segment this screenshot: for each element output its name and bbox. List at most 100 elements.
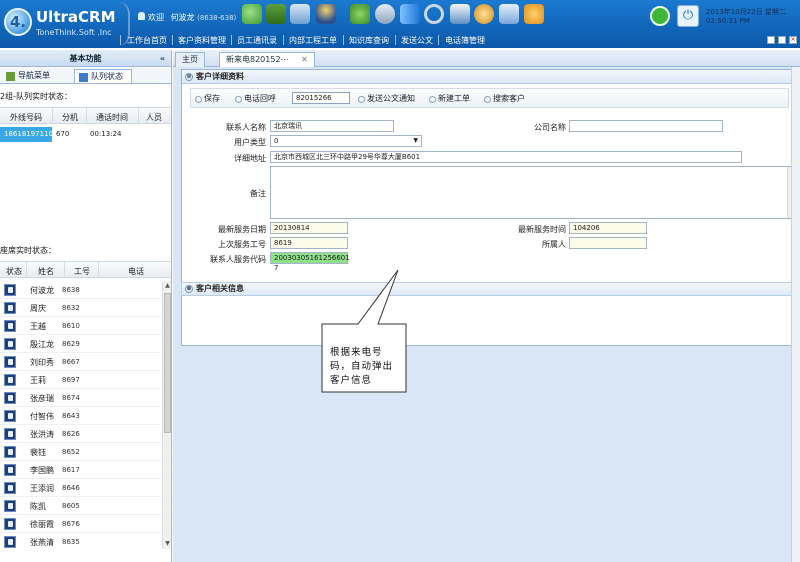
company-field[interactable] xyxy=(569,120,723,132)
refresh-icon[interactable] xyxy=(650,6,670,26)
nav-divider xyxy=(343,35,344,45)
customer-related-title: 客户相关信息 xyxy=(196,284,244,293)
agent-icon[interactable] xyxy=(316,4,336,24)
queue-cell-duration: 00:13:24 xyxy=(90,130,122,138)
callback-number-input[interactable]: 82015266 xyxy=(292,92,350,104)
phone-icon[interactable] xyxy=(375,4,395,24)
callback-button[interactable]: 电话回呼 xyxy=(235,93,276,104)
save-button[interactable]: 保存 xyxy=(195,93,220,104)
collapse-toggle-icon[interactable]: ⊗ xyxy=(185,285,193,293)
last-service-time-field[interactable]: 104206 xyxy=(569,222,647,234)
agent-col-name: 姓名 xyxy=(38,267,54,276)
address-field[interactable]: 北京市西城区北三环中路甲29号华尊大厦B601 xyxy=(270,151,742,163)
close-tab-icon[interactable]: ✕ xyxy=(301,55,308,64)
scroll-up-icon[interactable]: ▲ xyxy=(164,282,171,290)
customer-toolbar: 保存 电话回呼 82015266 发送公文通知 新建工单 搜索客户 xyxy=(190,88,789,108)
nav-item-home[interactable]: 工作台首页 xyxy=(127,35,167,46)
main-scrollbar[interactable] xyxy=(791,67,800,562)
tab-home[interactable]: 主页 xyxy=(175,52,205,67)
agent-status-icon xyxy=(4,428,16,440)
owner-field[interactable] xyxy=(569,237,647,249)
col-divider xyxy=(52,108,53,124)
agent-row[interactable]: 李国鹏 8617 xyxy=(0,461,161,479)
minimize-button[interactable] xyxy=(767,36,775,44)
agent-row[interactable]: 刘印秀 8667 xyxy=(0,353,161,371)
collapse-icon[interactable]: « xyxy=(160,50,165,67)
tab-home-label: 主页 xyxy=(182,55,198,64)
agent-list-scrollbar[interactable]: ▲ ▼ xyxy=(162,281,171,549)
queue-cell-number: 18618197110 xyxy=(0,127,53,142)
close-button[interactable]: × xyxy=(789,36,797,44)
tab-nav-menu[interactable]: 导航菜单 xyxy=(2,69,72,83)
transfer-icon[interactable] xyxy=(350,4,370,24)
current-date: 2013年10月22日 星期二 xyxy=(706,8,786,16)
prev-service-id-field[interactable]: 8619 xyxy=(270,237,348,249)
agent-row[interactable]: 王莉 8697 xyxy=(0,371,161,389)
agent-col-phone: 电话 xyxy=(128,267,144,276)
agent-row[interactable]: 周庆 8632 xyxy=(0,299,161,317)
agent-row[interactable]: 何波龙 8638 xyxy=(0,281,161,299)
settings-icon[interactable] xyxy=(474,4,494,24)
agent-status-icon xyxy=(4,482,16,494)
agent-row[interactable]: 张燕清 8635 xyxy=(0,533,161,549)
send-notice-button[interactable]: 发送公文通知 xyxy=(358,93,415,104)
monitor-icon[interactable] xyxy=(290,4,310,24)
agent-id: 8635 xyxy=(62,538,80,546)
nav-item-directory[interactable]: 员工通讯录 xyxy=(237,35,277,46)
user-type-select[interactable]: 0 ▼ xyxy=(270,135,422,147)
welcome-text: 欢迎 何波龙 (8638-638) xyxy=(138,12,236,23)
remark-textarea[interactable] xyxy=(270,166,797,219)
nav-item-phonebook[interactable]: 电话簿管理 xyxy=(445,35,485,46)
last-service-date-field[interactable]: 20130814 xyxy=(270,222,348,234)
agent-status-icon xyxy=(4,320,16,332)
main-area: 主页 新来电820152⋯ ✕ ⊗ 客户详细资料 保存 电话回呼 8201526… xyxy=(173,50,800,562)
queue-col-duration: 通话时间 xyxy=(96,113,128,122)
agent-row[interactable]: 王添润 8646 xyxy=(0,479,161,497)
contact-name-field[interactable]: 北京瑞讯 xyxy=(270,120,394,132)
agent-list: 何波龙 8638 周庆 8632 王越 8610 殷江龙 8629 刘印秀 8667 王莉 8697 张… xyxy=(0,281,161,549)
thumbs-up-icon[interactable] xyxy=(524,4,544,24)
nav-item-work-orders[interactable]: 内部工程工单 xyxy=(289,35,337,46)
scroll-down-icon[interactable]: ▼ xyxy=(164,540,171,548)
nav-item-customers[interactable]: 客户资料管理 xyxy=(178,35,226,46)
nav-item-documents[interactable]: 发送公文 xyxy=(401,35,433,46)
service-code-field[interactable]: 20030305161256601 7 xyxy=(270,252,350,272)
contact-name-label: 联系人名称 xyxy=(226,123,266,132)
queue-col-number: 外线号码 xyxy=(10,113,42,122)
restore-button[interactable] xyxy=(778,36,786,44)
collapse-toggle-icon[interactable]: ⊗ xyxy=(185,73,193,81)
agent-row[interactable]: 王越 8610 xyxy=(0,317,161,335)
queue-row[interactable]: 18618197110 670 00:13:24 xyxy=(0,127,171,142)
agent-row[interactable]: 付智伟 8643 xyxy=(0,407,161,425)
user-type-label: 用户类型 xyxy=(234,138,266,147)
scroll-thumb[interactable] xyxy=(164,293,171,433)
agent-id: 8632 xyxy=(62,304,80,312)
agent-row[interactable]: 陈凯 8605 xyxy=(0,497,161,515)
queue-col-person: 人员 xyxy=(146,113,162,122)
agent-name: 张彦瑞 xyxy=(30,394,54,403)
main-tabs: 主页 新来电820152⋯ ✕ xyxy=(173,50,800,67)
agent-row[interactable]: 张洪涛 8626 xyxy=(0,425,161,443)
agent-row[interactable]: 裴钰 8652 xyxy=(0,443,161,461)
new-ticket-button[interactable]: 新建工单 xyxy=(429,93,470,104)
screen-icon[interactable] xyxy=(450,4,470,24)
headset-icon[interactable] xyxy=(424,4,444,24)
agent-status-icon xyxy=(4,536,16,548)
agent-row[interactable]: 殷江龙 8629 xyxy=(0,335,161,353)
search-customer-button[interactable]: 搜索客户 xyxy=(484,93,525,104)
tab-new-call[interactable]: 新来电820152⋯ ✕ xyxy=(219,52,315,67)
users-icon[interactable] xyxy=(242,4,262,24)
user-icon xyxy=(138,12,145,20)
network-icon[interactable] xyxy=(499,4,519,24)
agent-row[interactable]: 徐丽霞 8676 xyxy=(0,515,161,533)
agent-id: 8617 xyxy=(62,466,80,474)
power-icon[interactable]: ⏻ xyxy=(677,5,699,27)
nav-item-knowledge[interactable]: 知识库查询 xyxy=(349,35,389,46)
folder-icon[interactable] xyxy=(266,4,286,24)
customer-detail-title: 客户详细资料 xyxy=(196,72,244,81)
tab-queue-status[interactable]: 队列状态 xyxy=(74,69,132,83)
forward-icon[interactable] xyxy=(400,4,420,24)
app-header: 4. UltraCRM ToneThink.Soft .Inc 欢迎 何波龙 (… xyxy=(0,0,800,48)
agent-row[interactable]: 张彦瑞 8674 xyxy=(0,389,161,407)
agent-id: 8643 xyxy=(62,412,80,420)
